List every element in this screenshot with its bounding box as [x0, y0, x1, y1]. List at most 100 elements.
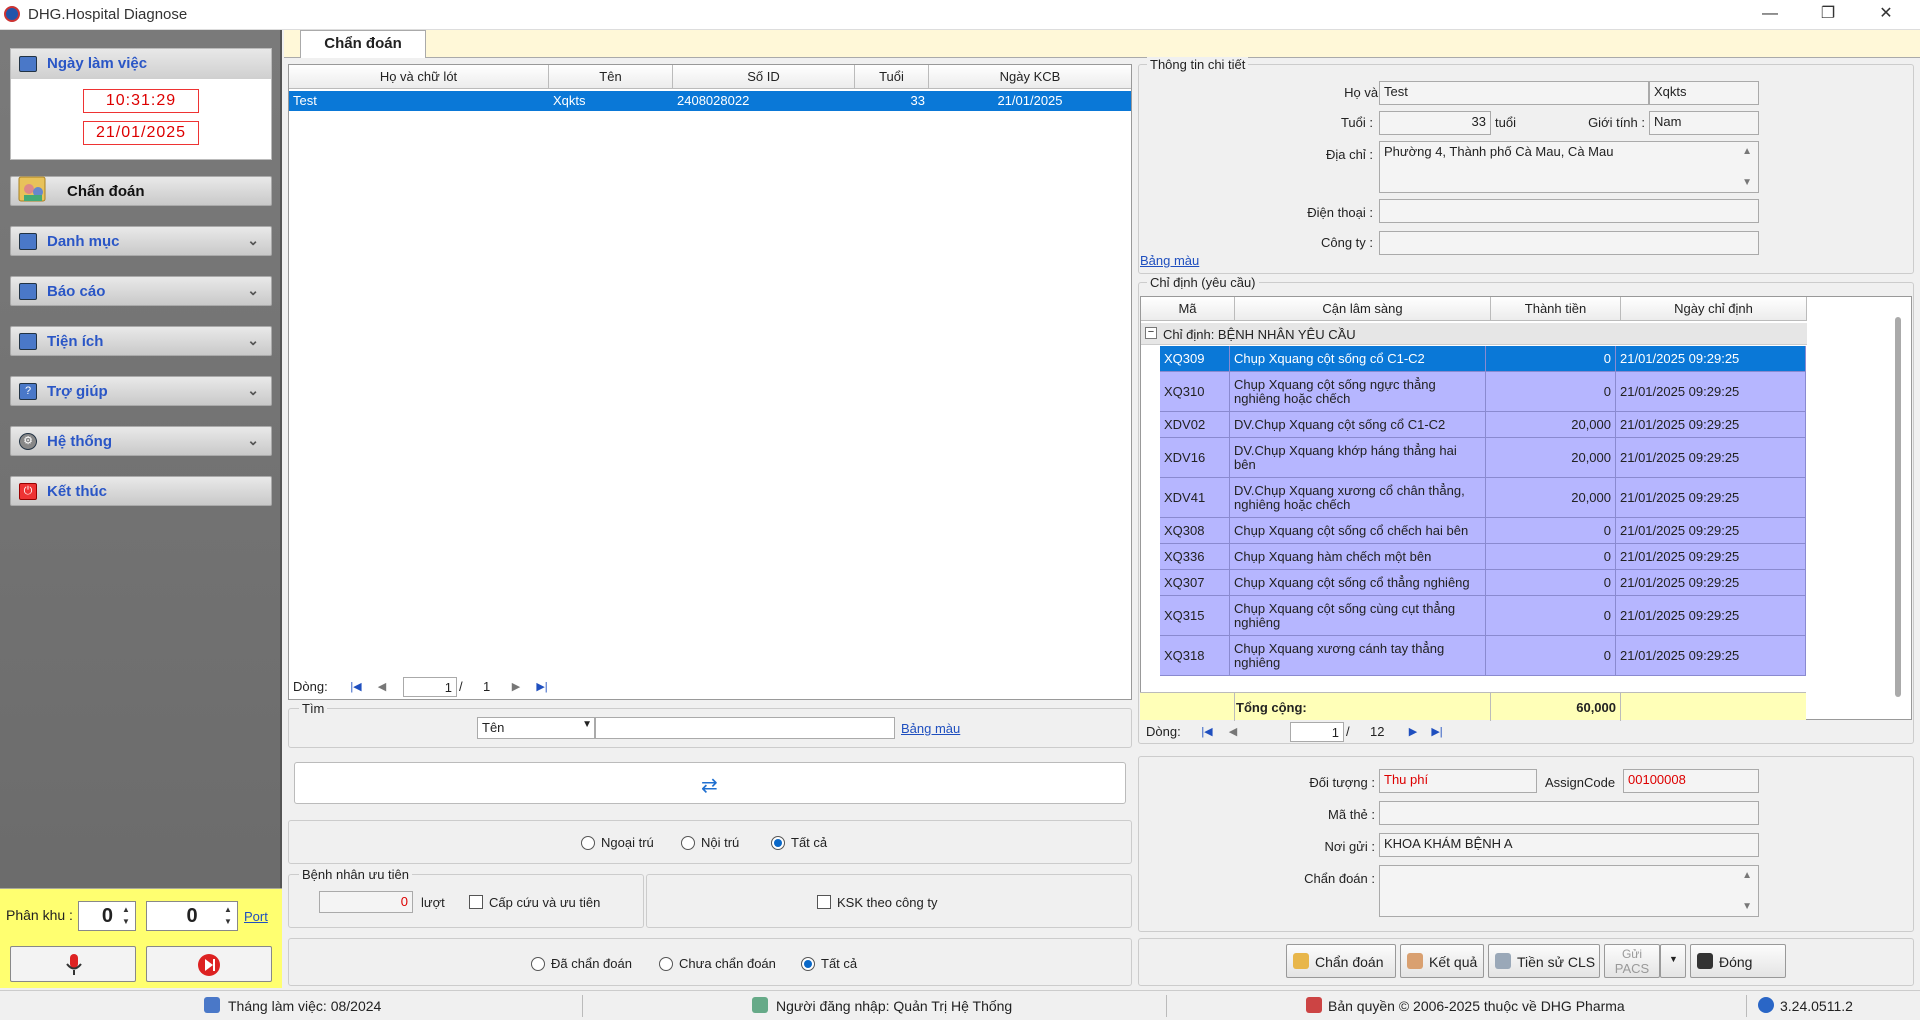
sidebar-item-he-thong[interactable]: ⚙ Hệ thống ⌄: [10, 426, 272, 456]
sidebar-item-chan-doan[interactable]: Chẩn đoán: [10, 176, 272, 206]
card-field[interactable]: [1379, 801, 1759, 825]
scroll-up-icon[interactable]: ▲: [1742, 146, 1752, 157]
col-header-ngay-kcb[interactable]: Ngày KCB: [929, 65, 1131, 89]
col-header-thanh-tien[interactable]: Thành tiền: [1491, 297, 1621, 321]
sidebar-item-ket-thuc[interactable]: ⏻ Kết thúc: [10, 476, 272, 506]
spinner-arrows-icon[interactable]: ▲ ▼: [221, 904, 235, 928]
cell-date: 21/01/2025 09:29:25: [1616, 636, 1806, 675]
first-page-icon[interactable]: |◀: [347, 679, 365, 695]
first-name-field[interactable]: Xqkts: [1649, 81, 1759, 105]
next-page-icon[interactable]: ▶: [507, 679, 525, 695]
chevron-double-down-icon: ⌄: [247, 282, 259, 298]
pacs-dropdown-button[interactable]: ▼: [1660, 944, 1686, 978]
col-header-ngay-chi-dinh[interactable]: Ngày chỉ định: [1621, 297, 1807, 321]
radio-da-chan-doan[interactable]: [531, 957, 545, 971]
gender-field[interactable]: Nam: [1649, 111, 1759, 135]
search-input[interactable]: [595, 717, 895, 739]
sidebar-item-tro-giup[interactable]: ? Trợ giúp ⌄: [10, 376, 272, 406]
table-row[interactable]: XQ336 Chụp Xquang hàm chếch một bên 0 21/01…: [1160, 544, 1806, 570]
radio-noi-tru[interactable]: [681, 836, 695, 850]
work-day-header: Ngày làm việc: [11, 49, 271, 79]
age-field[interactable]: 33: [1379, 111, 1491, 135]
cell-price: 0: [1486, 544, 1616, 569]
assign-field[interactable]: 00100008: [1623, 769, 1759, 793]
minimize-button[interactable]: —: [1742, 0, 1798, 30]
diagnose-button[interactable]: Chẩn đoán: [1286, 944, 1396, 978]
scroll-up-icon[interactable]: ▲: [1742, 870, 1752, 881]
col-header-tuoi[interactable]: Tuổi: [855, 65, 929, 89]
first-page-icon[interactable]: |◀: [1198, 724, 1216, 740]
group-label: Chỉ định: BỆNH NHÂN YÊU CẦU: [1163, 327, 1356, 342]
prev-page-icon[interactable]: ◀: [373, 679, 391, 695]
table-row[interactable]: XDV16 DV.Chụp Xquang khớp háng thẳng hai …: [1160, 438, 1806, 478]
time-display: 10:31:29: [83, 89, 199, 113]
sidebar-item-tien-ich[interactable]: Tiện ích ⌄: [10, 326, 272, 356]
table-row[interactable]: XQ308 Chụp Xquang cột sống cổ chếch hai b…: [1160, 518, 1806, 544]
col-header-so-id[interactable]: Số ID: [673, 65, 855, 89]
port-spinner[interactable]: 0 ▲ ▼: [146, 901, 238, 931]
detail-color-link[interactable]: Bảng màu: [1140, 253, 1199, 268]
table-row[interactable]: XQ307 Chụp Xquang cột sống cổ thẳng nghiê…: [1160, 570, 1806, 596]
col-header-ten[interactable]: Tên: [549, 65, 673, 89]
table-row[interactable]: XDV02 DV.Chụp Xquang cột sống cổ C1-C2 20,…: [1160, 412, 1806, 438]
cell-name: Chụp Xquang hàm chếch một bên: [1230, 544, 1486, 569]
col-header-can-lam-sang[interactable]: Cận lâm sàng: [1235, 297, 1491, 321]
ksk-checkbox[interactable]: [817, 895, 831, 909]
table-row[interactable]: XQ309 Chụp Xquang cột sống cổ C1-C2 0 21/01…: [1160, 346, 1806, 372]
page-input[interactable]: 1: [1290, 722, 1344, 742]
last-name-field[interactable]: Test: [1379, 81, 1649, 105]
history-button[interactable]: Tiền sử CLS: [1488, 944, 1600, 978]
radio-chua-chan-doan[interactable]: [659, 957, 673, 971]
port-link[interactable]: Port: [244, 909, 268, 924]
play-next-button[interactable]: [146, 946, 272, 982]
radio-tat-ca-diag[interactable]: [801, 957, 815, 971]
collapse-icon[interactable]: −: [1145, 327, 1157, 339]
object-field[interactable]: Thu phí: [1379, 769, 1537, 793]
date-display[interactable]: 21/01/2025: [83, 121, 199, 145]
prev-page-icon[interactable]: ◀: [1224, 724, 1242, 740]
zone-label: Phân khu :: [6, 907, 73, 923]
search-field-select[interactable]: Tên ▼: [477, 717, 595, 739]
sender-field[interactable]: KHOA KHÁM BỆNH A: [1379, 833, 1759, 857]
result-button[interactable]: Kết quả: [1400, 944, 1484, 978]
group-row[interactable]: − Chỉ định: BỆNH NHÂN YÊU CẦU: [1141, 323, 1807, 345]
diag-field[interactable]: ▲ ▼: [1379, 865, 1759, 917]
sidebar-item-danh-muc[interactable]: Danh mục ⌄: [10, 226, 272, 256]
radio-ngoai-tru[interactable]: [581, 836, 595, 850]
refresh-button[interactable]: ⇄: [294, 762, 1126, 804]
scroll-down-icon[interactable]: ▼: [1742, 901, 1752, 912]
color-table-link[interactable]: Bảng màu: [901, 721, 960, 736]
next-page-icon[interactable]: ▶: [1404, 724, 1422, 740]
send-pacs-button[interactable]: Gửi PACS: [1604, 944, 1660, 978]
col-header-ma[interactable]: Mã: [1141, 297, 1235, 321]
address-field[interactable]: Phường 4, Thành phố Cà Mau, Cà Mau ▲ ▼: [1379, 141, 1759, 193]
age-unit: tuổi: [1495, 115, 1516, 130]
phone-field[interactable]: [1379, 199, 1759, 223]
microphone-button[interactable]: [10, 946, 136, 982]
sidebar-item-label: Kết thúc: [47, 483, 107, 500]
close-form-button[interactable]: Đóng: [1690, 944, 1786, 978]
table-row[interactable]: XQ310 Chụp Xquang cột sống ngực thẳng ngh…: [1160, 372, 1806, 412]
tab-chan-doan[interactable]: Chẩn đoán: [300, 30, 426, 58]
table-row[interactable]: XQ315 Chụp Xquang cột sống cùng cụt thẳng…: [1160, 596, 1806, 636]
last-page-icon[interactable]: ▶|: [533, 679, 551, 695]
table-row[interactable]: Test Xqkts 2408028022 33 21/01/2025: [289, 91, 1131, 111]
col-header-ho[interactable]: Họ và chữ lót: [289, 65, 549, 89]
cell-price: 20,000: [1486, 478, 1616, 517]
zone-spinner[interactable]: 0 ▲ ▼: [78, 901, 136, 931]
scrollbar[interactable]: [1895, 317, 1901, 697]
restore-button[interactable]: ❐: [1800, 0, 1856, 30]
scroll-down-icon[interactable]: ▼: [1742, 177, 1752, 188]
close-button[interactable]: ✕: [1858, 0, 1914, 30]
sidebar-item-bao-cao[interactable]: Báo cáo ⌄: [10, 276, 272, 306]
radio-tat-ca-visit[interactable]: [771, 836, 785, 850]
doctor-folder-icon: [17, 171, 47, 205]
emergency-checkbox[interactable]: [469, 895, 483, 909]
company-field[interactable]: [1379, 231, 1759, 255]
cell-code: XQ307: [1160, 570, 1230, 595]
last-page-icon[interactable]: ▶|: [1428, 724, 1446, 740]
page-input[interactable]: 1: [403, 677, 457, 697]
spinner-arrows-icon[interactable]: ▲ ▼: [119, 904, 133, 928]
table-row[interactable]: XQ318 Chụp Xquang xương cánh tay thẳng ng…: [1160, 636, 1806, 676]
table-row[interactable]: XDV41 DV.Chụp Xquang xương cổ chân thẳng,…: [1160, 478, 1806, 518]
